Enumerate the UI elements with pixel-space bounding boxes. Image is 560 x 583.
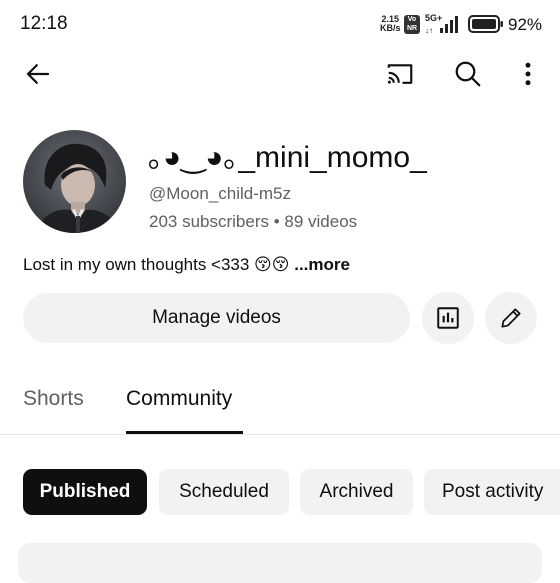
signal-icon: 5G+ ↓↑ <box>424 13 464 35</box>
network-speed-unit: KB/s <box>380 23 401 33</box>
network-type: 5G+ <box>425 13 443 23</box>
back-button[interactable] <box>18 54 58 94</box>
chip-post-activity[interactable]: Post activity <box>424 469 560 515</box>
post-card[interactable] <box>18 543 542 583</box>
status-bar: 12:18 2.15 KB/s Vo NR 5G+ ↓↑ 92% <box>0 0 560 50</box>
manage-videos-button[interactable]: Manage videos <box>23 293 410 343</box>
back-arrow-icon <box>26 64 50 84</box>
chip-published[interactable]: Published <box>23 469 147 515</box>
cast-icon <box>387 64 413 84</box>
pencil-icon <box>501 308 521 328</box>
channel-avatar[interactable] <box>23 130 126 233</box>
more-options-button[interactable] <box>508 54 548 94</box>
network-speed: 2.15 KB/s <box>380 15 401 33</box>
volte-line-2: NR <box>406 25 418 32</box>
battery-icon <box>468 14 504 34</box>
chip-archived[interactable]: Archived <box>300 469 413 515</box>
tab-community[interactable]: Community <box>126 387 232 411</box>
analytics-icon <box>437 307 459 329</box>
more-vert-icon <box>525 62 531 86</box>
status-time: 12:18 <box>20 13 68 34</box>
volte-icon: Vo NR <box>404 15 420 34</box>
tab-shorts[interactable]: Shorts <box>23 387 84 411</box>
channel-description[interactable]: Lost in my own thoughts <333 😚😚 ...more <box>23 255 350 275</box>
more-link[interactable]: ...more <box>294 255 350 274</box>
cast-button[interactable] <box>380 54 420 94</box>
tabs-divider <box>0 434 560 435</box>
avatar-image <box>23 130 126 233</box>
channel-stats: 203 subscribers • 89 videos <box>149 212 358 231</box>
svg-text:↓↑: ↓↑ <box>425 26 433 35</box>
chip-scheduled[interactable]: Scheduled <box>159 469 289 515</box>
search-button[interactable] <box>448 54 488 94</box>
channel-name: ｡◕‿◕｡_mini_momo_ <box>148 141 427 174</box>
channel-handle: @Moon_child-m5z <box>149 184 291 203</box>
search-icon <box>455 61 481 87</box>
channel-description-text: Lost in my own thoughts <333 😚😚 <box>23 255 295 274</box>
edit-channel-button[interactable] <box>485 292 537 344</box>
analytics-button[interactable] <box>422 292 474 344</box>
volte-line-1: Vo <box>407 16 417 23</box>
battery-percent: 92% <box>508 15 543 34</box>
